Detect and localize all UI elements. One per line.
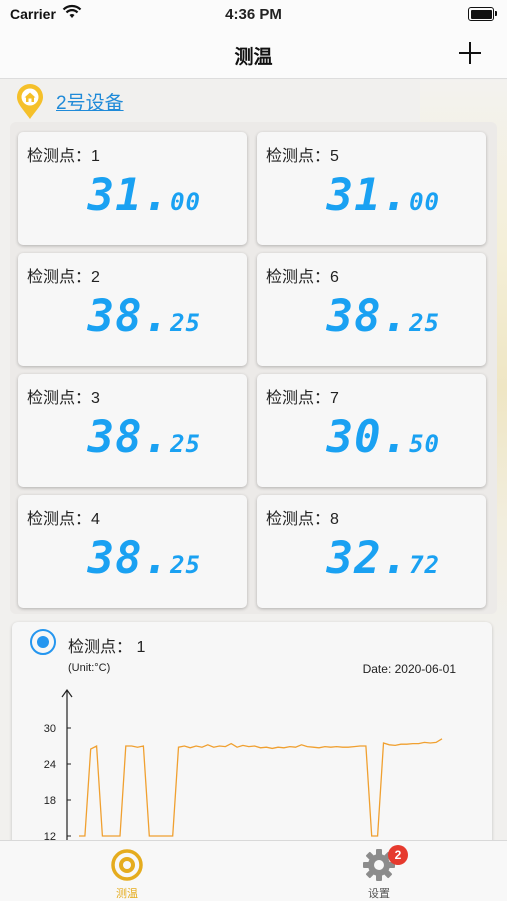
sensor-card[interactable]: 检测点：5 31.00 xyxy=(257,132,486,245)
sensor-card[interactable]: 检测点：6 38.25 xyxy=(257,253,486,366)
temperature-value: 38.25 xyxy=(87,412,201,463)
sensor-label: 检测点：4 xyxy=(27,511,100,528)
sensor-grid: 检测点：1 31.00 检测点：5 31.00 检测点：2 38.25 检测点：… xyxy=(10,122,497,614)
sensor-label: 检测点：2 xyxy=(27,269,100,286)
status-bar: Carrier 4:36 PM xyxy=(0,0,507,30)
plus-icon[interactable] xyxy=(457,40,483,66)
sensor-card[interactable]: 检测点：1 31.00 xyxy=(18,132,247,245)
temperature-value: 30.50 xyxy=(326,412,440,463)
notification-badge: 2 xyxy=(388,845,408,865)
tab-label: 测温 xyxy=(116,888,138,900)
temperature-chart-card: 检测点： 1 (Unit:°C) Date: 2020-06-01 12 18 24… xyxy=(12,622,492,852)
sensor-label: 检测点：8 xyxy=(266,511,339,528)
page-title: 测温 xyxy=(234,47,273,68)
sensor-label: 检测点：1 xyxy=(27,148,100,165)
temperature-value: 31.00 xyxy=(87,170,201,221)
sensor-card[interactable]: 检测点：4 38.25 xyxy=(18,495,247,608)
sensor-label: 检测点：7 xyxy=(266,390,339,407)
y-tick-label: 30 xyxy=(44,723,56,735)
temperature-value: 38.25 xyxy=(87,291,201,342)
navigation-bar: 测温 xyxy=(0,30,507,79)
battery-icon xyxy=(468,7,497,21)
y-tick-label: 18 xyxy=(44,795,56,807)
tab-settings[interactable]: 2 设置 xyxy=(319,841,439,901)
data-line xyxy=(79,738,443,837)
sensor-card[interactable]: 检测点：8 32.72 xyxy=(257,495,486,608)
temperature-value: 38.25 xyxy=(326,291,440,342)
status-time: 4:36 PM xyxy=(225,6,282,23)
sensor-label: 检测点：6 xyxy=(266,269,339,286)
temperature-value: 38.25 xyxy=(87,533,201,584)
sensor-label: 检测点：3 xyxy=(27,390,100,407)
y-tick-label: 24 xyxy=(44,759,56,771)
tab-bar: 测温 2 设置 xyxy=(0,840,507,901)
sensor-card[interactable]: 检测点：3 38.25 xyxy=(18,374,247,487)
sensor-card[interactable]: 检测点：2 38.25 xyxy=(18,253,247,366)
temperature-value: 32.72 xyxy=(326,533,440,584)
device-name-link[interactable]: 2号设备 xyxy=(56,88,124,115)
temperature-line-chart: 12182430 xyxy=(44,688,443,852)
tab-measure[interactable]: 测温 xyxy=(67,841,187,901)
thermometer-target-icon xyxy=(111,849,143,881)
tab-label: 设置 xyxy=(368,888,390,900)
sensor-label: 检测点：5 xyxy=(266,148,339,165)
location-home-pin-icon xyxy=(17,84,43,119)
sensor-card[interactable]: 检测点：7 30.50 xyxy=(257,374,486,487)
temperature-value: 31.00 xyxy=(326,170,440,221)
